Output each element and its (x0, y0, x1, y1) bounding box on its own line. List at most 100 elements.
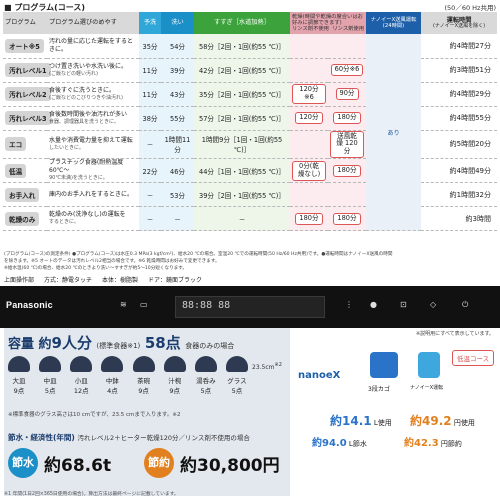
table-row: エコ 水量や消費電力量を抑えて運転 したいときに。 － 1時間11分 1時間9分［… (3, 130, 498, 160)
basket-icon (370, 352, 398, 378)
pre-wash-time: 22分 (139, 158, 161, 184)
menu-dots-icon[interactable]: ⋮ (345, 300, 353, 309)
header-time: 運転時間 (ナノイーX送風を除く) (421, 12, 498, 34)
dry-time-1 (290, 182, 328, 208)
dry-time-2: 送風乾燥 120分 (328, 130, 367, 160)
dry-icon[interactable]: ◇ (430, 300, 436, 309)
wash-time: 55分 (161, 106, 194, 131)
money-saving: 節約 約30,800円 (144, 448, 280, 478)
table-note-1: (プログラム(コース)の測定条件) ●プログラム(コース)は水圧0.3 MPa(… (4, 252, 393, 257)
low-temp-badge: 低温コース (452, 350, 495, 366)
table-row: 汚れレベル2 食後すぐに洗うときに。 (ご飯などのこびりつきや油汚れ) 11分 4… (3, 82, 498, 107)
program-desc-sub: (ご飯などのこびりつきや油汚れ) (49, 94, 123, 101)
top-panel-spec: 上面操作部 方式：静電タッチ 本体：樹脂製 ドア：鏡面ブラック (4, 275, 202, 284)
table-row: お手入れ 庫内のお手入れをするときに。 － 53分 39分［2回・1回(約55 … (3, 182, 498, 208)
display-note: ※説明用にすべて表示しています。 (415, 331, 494, 337)
water-circle: 節水 (8, 448, 38, 478)
header-rinse: すすぎ［水道加熱］ (194, 12, 290, 34)
dish-count: 9点 (169, 387, 181, 395)
panel-display: 88:88 88 (175, 296, 325, 318)
table-note-2: を除きます。※5 オートのデータは汚れレベル2相当の場合です。※6 乾燥時間はお… (4, 259, 220, 264)
nano-label: ナノイーX運転 (410, 385, 444, 391)
dish-item: 中鉢 4点 (101, 356, 124, 395)
table-row: オート※5 汚れの量に応じた運転をするときに。 35分 54分 58分［2回・1… (3, 34, 498, 232)
energy-save-unit: 円節約 (440, 440, 462, 448)
rinse-time: － (194, 206, 290, 232)
wash-time: 43分 (161, 82, 194, 107)
rinse-time: 42分［2回・1回(約55 ℃)］ (194, 58, 290, 83)
pre-wash-time: － (139, 206, 161, 232)
top-panel-door: ドア：鏡面ブラック (148, 277, 203, 284)
run-time: 約4時間27分 (421, 34, 498, 59)
dish-item: 小皿 12点 (70, 356, 93, 395)
height-value: 23.5cm (252, 364, 275, 371)
run-time: 約1時間32分 (421, 182, 498, 208)
program-desc: 食後すぐに洗うときに。 (49, 86, 116, 94)
program-desc: 汚れの量に応じた運転をするときに。 (49, 37, 134, 53)
cup-icon (194, 356, 217, 372)
program-table: プログラム プログラム選びのめやす 予洗 洗い すすぎ［水道加熱］ 乾燥(時間や… (3, 12, 498, 232)
button-icon[interactable]: ▭ (140, 300, 148, 309)
water-save-unit: L節水 (348, 440, 367, 448)
header-dry-label: 乾燥(時間や乾燥の度合いはお好みに調節できます) (292, 13, 363, 26)
dry-box: 120分※6 (292, 84, 326, 104)
rinse-time: 39分［2回・1回(約55 ℃)］ (194, 182, 290, 208)
pre-wash-time: － (139, 182, 161, 208)
dry-box: 180分 (333, 212, 361, 225)
capacity-prefix: 容量 約 (8, 337, 52, 352)
eco-title: 節水・経済性(年間) 汚れレベル2＋ヒーター乾燥120分／リンス剤不使用の場合 (8, 432, 250, 443)
wash-time: 54分 (161, 34, 194, 59)
water-save-value: 約94.0 (312, 438, 347, 449)
power-icon[interactable]: ⏻ (462, 300, 468, 310)
dish-name: 中鉢 (105, 377, 119, 385)
dish-name: 大皿 (12, 377, 26, 385)
capacity-note: ※標準食器のグラス高さは10 cmですが、23.5 cmまで入ります。※2 (8, 412, 181, 418)
dry-time-1 (290, 130, 328, 160)
water-use-stat: 約14.1 L使用 (330, 412, 392, 429)
water-value: 約68.6t (44, 455, 112, 476)
table-row: 低温 プラスチック食器(耐熱温度60℃～ 90℃未満)を洗うときに。 22分 46… (3, 158, 498, 184)
dry-time-2: 60分※6 (328, 58, 367, 83)
dry-time-2: 180分 (328, 158, 367, 184)
header-description: プログラム選びのめやす (47, 12, 139, 34)
program-name: オート※5 (5, 38, 44, 53)
dish-name: 小皿 (74, 377, 88, 385)
header-dry-sub1: リンス剤不使用 (292, 26, 329, 33)
header-wash: 洗い (161, 12, 194, 34)
program-desc-sub: したいときに。 (49, 145, 85, 152)
header-dry-sub2: リンス剤使用 (332, 26, 365, 33)
program-name: 汚れレベル2 (5, 87, 51, 101)
energy-use-stat: 約49.2 円使用 (410, 412, 475, 429)
run-time: 約3時間 (421, 206, 498, 232)
program-desc: 水量や消費電力量を抑えて運転 (49, 136, 133, 144)
table-row: 汚れレベル1 つけ置き洗いや水洗い後に。 (ご飯などの軽い汚れ) 11分 39分 … (3, 58, 498, 83)
dish-name: 汁椀 (168, 377, 182, 385)
height-spec: 23.5cm※2 (252, 362, 282, 371)
dry-time-1: 120分※6 (290, 82, 328, 107)
top-panel-label: 上面操作部 (4, 277, 35, 284)
program-desc: 食後数時間後や油汚れが多い (49, 110, 128, 118)
nanoe-icon[interactable]: ● (370, 300, 377, 309)
money-value: 約30,800円 (180, 455, 280, 476)
lock-icon[interactable]: ⊡ (400, 300, 407, 309)
wash-time: － (161, 206, 194, 232)
dry-box: 180分 (333, 112, 361, 124)
basket-label: 3段カゴ (368, 386, 390, 393)
dry-box: 120分 (295, 112, 323, 124)
dry-time-1: 0分(乾燥なし) (290, 158, 328, 184)
dish-count: 5点 (231, 387, 243, 395)
dish-count: 5点 (44, 387, 56, 395)
header-dry: 乾燥(時間や乾燥の度合いはお好みに調節できます) リンス剤不使用 リンス剤使用 (290, 12, 367, 34)
run-time: 約4時間55分 (421, 106, 498, 131)
dish-item: 汁椀 9点 (163, 356, 186, 395)
dry-box: 180分 (333, 164, 361, 177)
frequency-note: (50／60 Hz共用) (444, 4, 496, 12)
dry-box: 0分(乾燥なし) (292, 160, 326, 181)
capacity-items-suffix: 食器のみの場合 (185, 342, 235, 350)
pre-wash-time: 11分 (139, 82, 161, 107)
wave-icon[interactable]: ≋ (120, 300, 127, 309)
capacity-title: 容量 約9人分 (標準食器※1) 58点 食器のみの場合 (8, 332, 234, 353)
pre-wash-time: 35分 (139, 34, 161, 59)
program-name: 汚れレベル1 (5, 63, 51, 77)
dish-name: グラス (227, 377, 247, 385)
